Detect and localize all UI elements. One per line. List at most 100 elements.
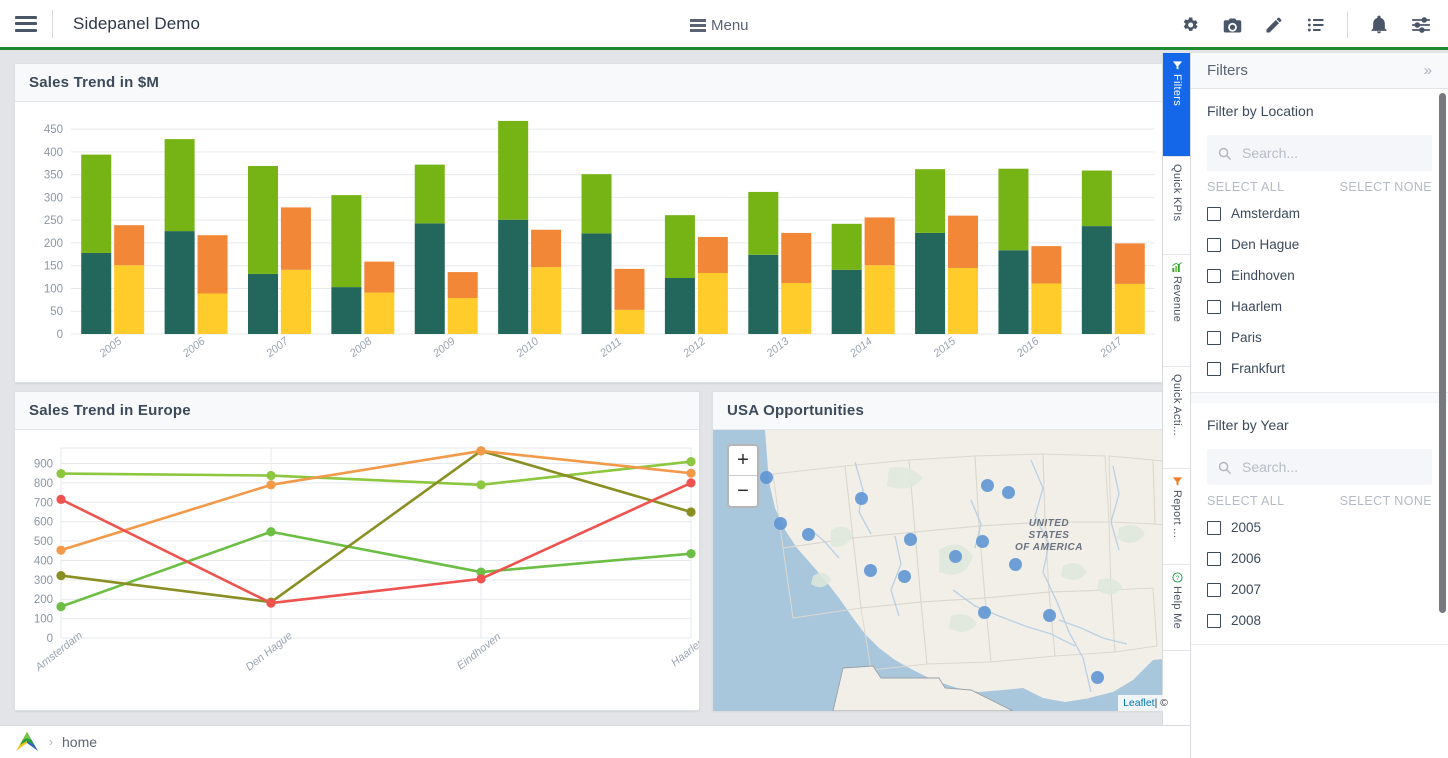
map-marker[interactable] [760,471,773,484]
search-icon [1217,146,1232,161]
pencil-icon[interactable] [1263,14,1285,36]
funnel-icon [1172,476,1183,487]
filter-checkbox-row[interactable]: Den Hague [1207,229,1432,260]
breadcrumb-home[interactable]: home [62,734,97,750]
filter-checkbox-row[interactable]: Amsterdam [1207,198,1432,229]
side-tab-filters[interactable]: Filters [1163,53,1191,157]
map-marker[interactable] [981,479,994,492]
svg-text:250: 250 [44,215,63,227]
svg-text:2007: 2007 [263,335,291,361]
brand-arrow-logo [16,732,38,751]
header-divider [52,9,53,38]
svg-text:350: 350 [44,170,63,182]
checkbox-frankfurt[interactable] [1207,361,1221,376]
map-marker[interactable] [855,492,868,505]
side-tab-report[interactable]: Report ... [1163,469,1191,565]
checkbox-paris[interactable] [1207,330,1221,345]
map-zoom-controls[interactable]: + − [727,444,759,508]
top-header: Sidepanel Demo Menu [0,0,1448,50]
side-tab-label: Quick KPIs [1171,164,1183,222]
select-all-link[interactable]: SELECT ALL [1207,494,1284,508]
map-tiles [713,430,1173,711]
side-tab-revenue[interactable]: Revenue [1163,255,1191,367]
checkbox-2006[interactable] [1207,551,1221,566]
svg-text:2008: 2008 [347,335,375,361]
filter-checkbox-row[interactable]: 2006 [1207,543,1432,574]
filter-checkbox-row[interactable]: 2008 [1207,605,1432,636]
svg-text:450: 450 [44,124,63,136]
map-marker[interactable] [978,606,991,619]
svg-text:Amsterdam: Amsterdam [33,630,86,675]
side-tab-quick-kpis[interactable]: Quick KPIs [1163,157,1191,255]
map-marker[interactable] [1009,558,1022,571]
map-marker[interactable] [1091,671,1104,684]
card-title-map: USA Opportunities [727,402,865,419]
filter-checkbox-row[interactable]: Paris [1207,322,1432,353]
side-panel-title: Filters [1207,62,1248,79]
filter-search-input[interactable] [1242,459,1422,475]
filter-checkbox-row[interactable]: Eindhoven [1207,260,1432,291]
filter-search-input[interactable] [1242,145,1422,161]
checkbox-amsterdam[interactable] [1207,206,1221,221]
dashboard-canvas: Sales Trend in $M 0 50 100 150 200 250 300 350 4… [0,53,1174,725]
side-tab-help-me[interactable]: ? Help Me [1163,565,1191,651]
attribution-rest: | © [1154,697,1168,709]
map-country-label: UNITED STATES OF AMERICA [1015,518,1083,553]
checkbox-2005[interactable] [1207,520,1221,535]
filter-checkbox-row[interactable]: 2005 [1207,512,1432,543]
side-tab-label: Filters [1171,74,1183,107]
svg-text:?: ? [1175,576,1179,582]
bar-chart-svg[interactable]: 0 50 100 150 200 250 300 350 400 450 2005 2006 2007 2… [15,102,1173,382]
map-zoom-in-button[interactable]: + [729,446,757,476]
select-all-link[interactable]: SELECT ALL [1207,180,1284,194]
svg-text:Haarlem: Haarlem [669,634,699,669]
panel-scrollbar[interactable] [1439,93,1446,613]
filter-checkbox-label: 2006 [1231,551,1262,566]
bell-icon[interactable] [1368,14,1390,36]
map-marker[interactable] [976,535,989,548]
svg-text:300: 300 [34,575,53,587]
list-icon[interactable] [1305,14,1327,36]
card-header: USA Opportunities [713,392,1173,430]
map-marker[interactable] [802,528,815,541]
map-marker[interactable] [898,570,911,583]
filter-search-box[interactable] [1207,135,1432,171]
filter-checkbox-row[interactable]: Haarlem [1207,291,1432,322]
side-tab-strip: Filters Quick KPIs Revenue Quick Acti... Rep… [1162,53,1191,725]
svg-text:0: 0 [57,329,63,341]
select-links-row: SELECT ALL SELECT NONE [1207,180,1432,194]
side-tab-label: Revenue [1171,276,1183,323]
side-tab-quick-acti[interactable]: Quick Acti... [1163,367,1191,469]
gear-icon[interactable] [1179,14,1201,36]
menu-button[interactable]: Menu [690,0,749,50]
side-tab-label: Report ... [1171,490,1183,539]
map-zoom-out-button[interactable]: − [729,476,757,506]
map-marker[interactable] [1002,486,1015,499]
line-chart-svg[interactable]: 0 100 200 300 400 500 600 700 800 900 Amsterdam Den… [15,430,699,710]
map-marker[interactable] [1043,609,1056,622]
select-none-link[interactable]: SELECT NONE [1340,494,1432,508]
filter-checkbox-row[interactable]: Frankfurt [1207,353,1432,384]
map-marker[interactable] [774,517,787,530]
collapse-panel-button[interactable]: » [1424,63,1432,78]
svg-text:900: 900 [34,459,53,471]
svg-text:100: 100 [44,283,63,295]
camera-icon[interactable] [1221,14,1243,36]
menu-toggle-button[interactable] [0,0,52,49]
checkbox-2008[interactable] [1207,613,1221,628]
select-none-link[interactable]: SELECT NONE [1340,180,1432,194]
sliders-icon[interactable] [1410,14,1432,36]
leaflet-link[interactable]: Leaflet [1123,697,1155,709]
filter-checkbox-row[interactable]: 2007 [1207,574,1432,605]
map-marker[interactable] [949,550,962,563]
filter-checkbox-label: 2005 [1231,520,1262,535]
checkbox-den-hague[interactable] [1207,237,1221,252]
checkbox-2007[interactable] [1207,582,1221,597]
map-marker[interactable] [864,564,877,577]
leaflet-map[interactable]: UNITED STATES OF AMERICA + − Leaflet| © [713,430,1173,711]
filter-search-box[interactable] [1207,449,1432,485]
checkbox-eindhoven[interactable] [1207,268,1221,283]
checkbox-haarlem[interactable] [1207,299,1221,314]
map-marker[interactable] [904,533,917,546]
card-title-line-chart: Sales Trend in Europe [29,402,191,419]
